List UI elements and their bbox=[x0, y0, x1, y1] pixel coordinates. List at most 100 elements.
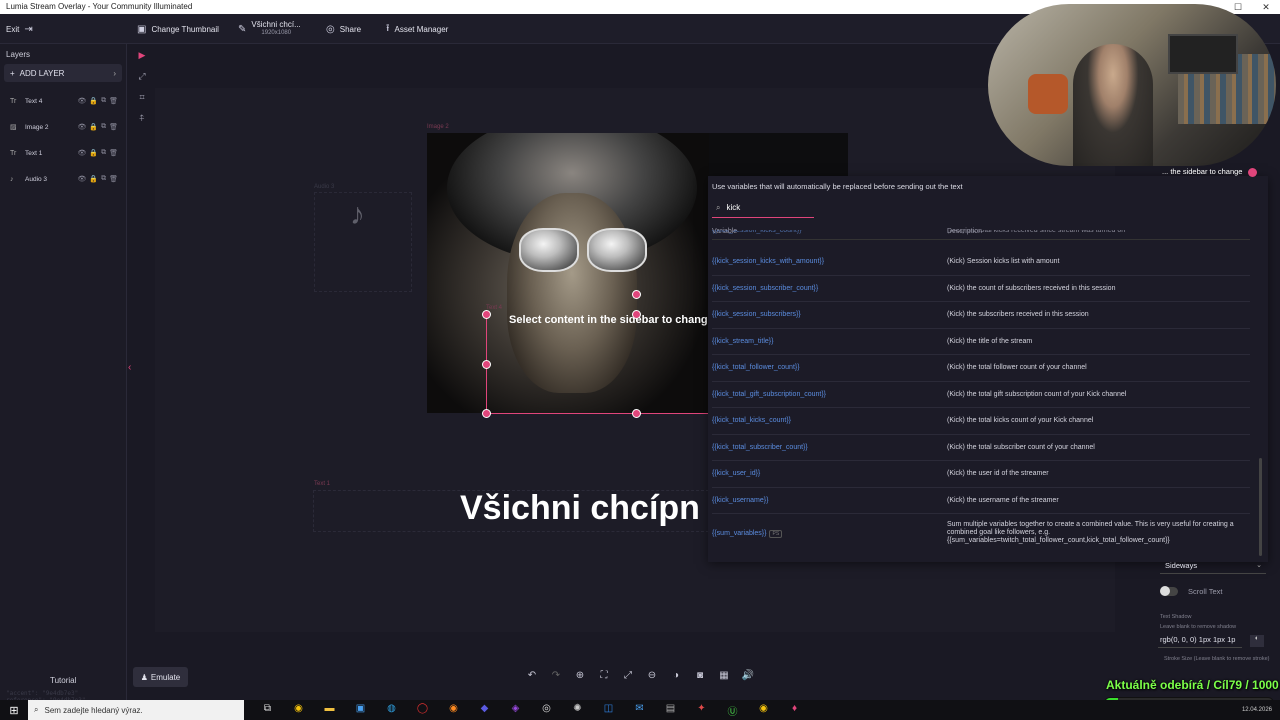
resize-handle-left[interactable] bbox=[482, 360, 491, 369]
eye-icon[interactable]: 👁 bbox=[78, 97, 87, 105]
variable-row[interactable]: {{kick_stream_title}} (Kick) the title of… bbox=[712, 329, 1250, 355]
duplicate-icon[interactable]: ⧉ bbox=[101, 175, 106, 183]
variables-hint: Use variables that will automatically be… bbox=[712, 182, 963, 191]
resize-handle-top[interactable] bbox=[632, 310, 641, 319]
emulate-button[interactable]: ♟ Emulate bbox=[133, 667, 188, 687]
lock-icon[interactable]: 🔒 bbox=[89, 97, 98, 105]
trash-icon[interactable]: 🗑 bbox=[109, 123, 118, 131]
variable-row[interactable]: {{kick_total_follower_count}} (Kick) the … bbox=[712, 355, 1250, 382]
variable-row[interactable]: {{kick_total_gift_subscription_count}} (K… bbox=[712, 382, 1250, 408]
collapse-sidebar-icon[interactable]: ‹ bbox=[128, 362, 131, 373]
variable-search-input[interactable]: ⌕ kick bbox=[712, 198, 814, 218]
trash-icon[interactable]: 🗑 bbox=[109, 175, 118, 183]
layer-item-image-2[interactable]: ▨ Image 2 👁 🔒 ⧉ 🗑 bbox=[4, 118, 122, 136]
trash-icon[interactable]: 🗑 bbox=[109, 149, 118, 157]
camera-icon[interactable]: ◙ bbox=[688, 670, 712, 681]
variable-description: (Kick) the total kicks received since st… bbox=[947, 230, 1126, 234]
obs-icon[interactable]: ◎ bbox=[531, 703, 562, 718]
streaming-app-icon[interactable]: ◈ bbox=[500, 703, 531, 718]
layer-item-audio-3[interactable]: ♪ Audio 3 👁 🔒 ⧉ 🗑 bbox=[4, 170, 122, 188]
redo-icon[interactable]: ↷ bbox=[544, 670, 568, 681]
opera-icon[interactable]: ◯ bbox=[407, 703, 438, 718]
rotate-handle[interactable] bbox=[632, 290, 641, 299]
files-icon[interactable]: ▤ bbox=[655, 703, 686, 718]
eye-icon[interactable]: 👁 bbox=[78, 175, 87, 183]
asset-manager-button[interactable]: ⭱ Asset Manager bbox=[386, 14, 448, 44]
app-icon[interactable]: ◆ bbox=[469, 703, 500, 718]
lock-icon[interactable]: 🔒 bbox=[89, 149, 98, 157]
text-shadow-input[interactable]: rgb(0, 0, 0) 1px 1px 1p bbox=[1158, 635, 1242, 648]
zoom-out-icon[interactable]: ⊖ bbox=[640, 670, 664, 681]
fit-icon[interactable]: ⛶ bbox=[592, 670, 616, 681]
taskbar-search[interactable]: ⌕ Sem zadejte hledaný výraz. bbox=[28, 700, 244, 720]
skull-image-layer[interactable] bbox=[427, 133, 709, 413]
layer-item-text-1[interactable]: Tr Text 1 👁 🔒 ⧉ 🗑 bbox=[4, 144, 122, 162]
variable-row-sum[interactable]: {{sum_variables}} PS Sum multiple variable… bbox=[712, 514, 1250, 556]
scroll-text-toggle[interactable]: Scroll Text bbox=[1160, 586, 1222, 596]
variable-row-partial[interactable]: {{kick_session_kicks_count}} (Kick) the t… bbox=[712, 230, 1250, 240]
edge-icon[interactable]: ◍ bbox=[376, 703, 407, 718]
chrome-icon[interactable]: ◉ bbox=[283, 703, 314, 718]
lumia-icon[interactable]: ♦ bbox=[779, 703, 810, 718]
settings-app-icon[interactable]: ✺ bbox=[562, 703, 593, 718]
resize-handle-bl[interactable] bbox=[482, 409, 491, 418]
undo-icon[interactable]: ↶ bbox=[520, 670, 544, 681]
variable-row[interactable]: {{kick_user_id}} (Kick) the user id of th… bbox=[712, 461, 1250, 488]
rename-overlay-button[interactable]: ✎ Všichni chcí... 1920x1080 bbox=[238, 14, 301, 44]
tutorial-link[interactable]: Tutorial bbox=[50, 676, 76, 685]
editor-icon[interactable]: ◫ bbox=[593, 703, 624, 718]
eye-icon[interactable]: 👁 bbox=[78, 149, 87, 157]
firefox-icon[interactable]: ◉ bbox=[438, 703, 469, 718]
resize-handle-tl[interactable] bbox=[482, 310, 491, 319]
variable-description: (Kick) the total follower count of your … bbox=[947, 364, 1087, 371]
close-icon[interactable]: ✕ bbox=[1252, 0, 1280, 14]
windows-start-icon[interactable]: ⊞ bbox=[0, 704, 28, 717]
variable-description: (Kick) the subscribers received in this … bbox=[947, 311, 1089, 318]
shadow-picker-icon[interactable]: ◐ bbox=[1250, 635, 1264, 647]
store-icon[interactable]: ▣ bbox=[345, 703, 376, 718]
explorer-icon[interactable]: ▬ bbox=[314, 703, 345, 718]
layer-label: Text 1 bbox=[25, 149, 43, 157]
variable-row[interactable]: {{kick_session_subscribers}} (Kick) the s… bbox=[712, 302, 1250, 329]
select-tool-icon[interactable]: ▶ bbox=[132, 50, 152, 71]
davinci-icon[interactable]: ✦ bbox=[686, 703, 717, 718]
duplicate-icon[interactable]: ⧉ bbox=[101, 123, 106, 131]
lock-icon[interactable]: 🔒 bbox=[89, 175, 98, 183]
variable-row[interactable]: {{kick_session_kicks_with_amount}} (Kick)… bbox=[712, 249, 1250, 276]
variable-row[interactable]: {{kick_total_kicks_count}} (Kick) the tot… bbox=[712, 408, 1250, 435]
mail-icon[interactable]: ✉ bbox=[624, 703, 655, 718]
resize-handle-bottom[interactable] bbox=[632, 409, 641, 418]
variable-row[interactable]: {{kick_total_subscriber_count}} (Kick) th… bbox=[712, 435, 1250, 461]
duplicate-icon[interactable]: ⧉ bbox=[101, 149, 106, 157]
variable-name: {{kick_session_subscriber_count}} bbox=[712, 284, 819, 292]
variable-row[interactable]: {{kick_session_subscriber_count}} (Kick) … bbox=[712, 276, 1250, 302]
lock-icon[interactable]: 🔒 bbox=[89, 123, 98, 131]
anchor-tool-icon[interactable]: ⍏ bbox=[132, 113, 152, 134]
chrome2-icon[interactable]: ◉ bbox=[748, 703, 779, 718]
contrast-icon[interactable]: ◑ bbox=[664, 670, 688, 681]
volume-icon[interactable]: 🔊 bbox=[736, 670, 760, 681]
change-thumbnail-button[interactable]: ▣ Change Thumbnail bbox=[137, 14, 219, 44]
task-view-icon[interactable]: ⧉ bbox=[252, 703, 283, 718]
variable-description: (Kick) the username of the streamer bbox=[947, 496, 1059, 504]
selected-text-layer[interactable]: Select content in the sidebar to chang bbox=[509, 314, 709, 326]
share-button[interactable]: ◎ Share bbox=[326, 14, 361, 44]
upwork-icon[interactable]: Ⓤ bbox=[717, 703, 748, 718]
windows-taskbar: ⊞ ⌕ Sem zadejte hledaný výraz. ⧉ ◉ ▬ ▣ ◍… bbox=[0, 700, 1280, 720]
zoom-in-icon[interactable]: ⊕ bbox=[568, 670, 592, 681]
variable-name: {{kick_total_gift_subscription_count}} bbox=[712, 390, 827, 398]
scrollbar[interactable] bbox=[1259, 458, 1262, 556]
toggle-switch[interactable] bbox=[1160, 586, 1178, 596]
fullscreen-icon[interactable]: ⤢ bbox=[616, 670, 640, 681]
exit-button[interactable]: Exit ⇥ bbox=[6, 14, 33, 44]
grid-icon[interactable]: ▦ bbox=[712, 670, 736, 681]
eye-icon[interactable]: 👁 bbox=[78, 123, 87, 131]
direction-select[interactable]: Sideways ⌄ bbox=[1160, 561, 1266, 574]
duplicate-icon[interactable]: ⧉ bbox=[101, 97, 106, 105]
trash-icon[interactable]: 🗑 bbox=[109, 97, 118, 105]
move-tool-icon[interactable]: ⤢ bbox=[132, 71, 152, 92]
variable-row[interactable]: {{kick_username}} (Kick) the username of … bbox=[712, 488, 1250, 514]
layer-item-text-4[interactable]: Tr Text 4 👁 🔒 ⧉ 🗑 bbox=[4, 92, 122, 110]
crop-tool-icon[interactable]: ⌗ bbox=[132, 92, 152, 113]
add-layer-button[interactable]: + ADD LAYER › bbox=[4, 64, 122, 82]
